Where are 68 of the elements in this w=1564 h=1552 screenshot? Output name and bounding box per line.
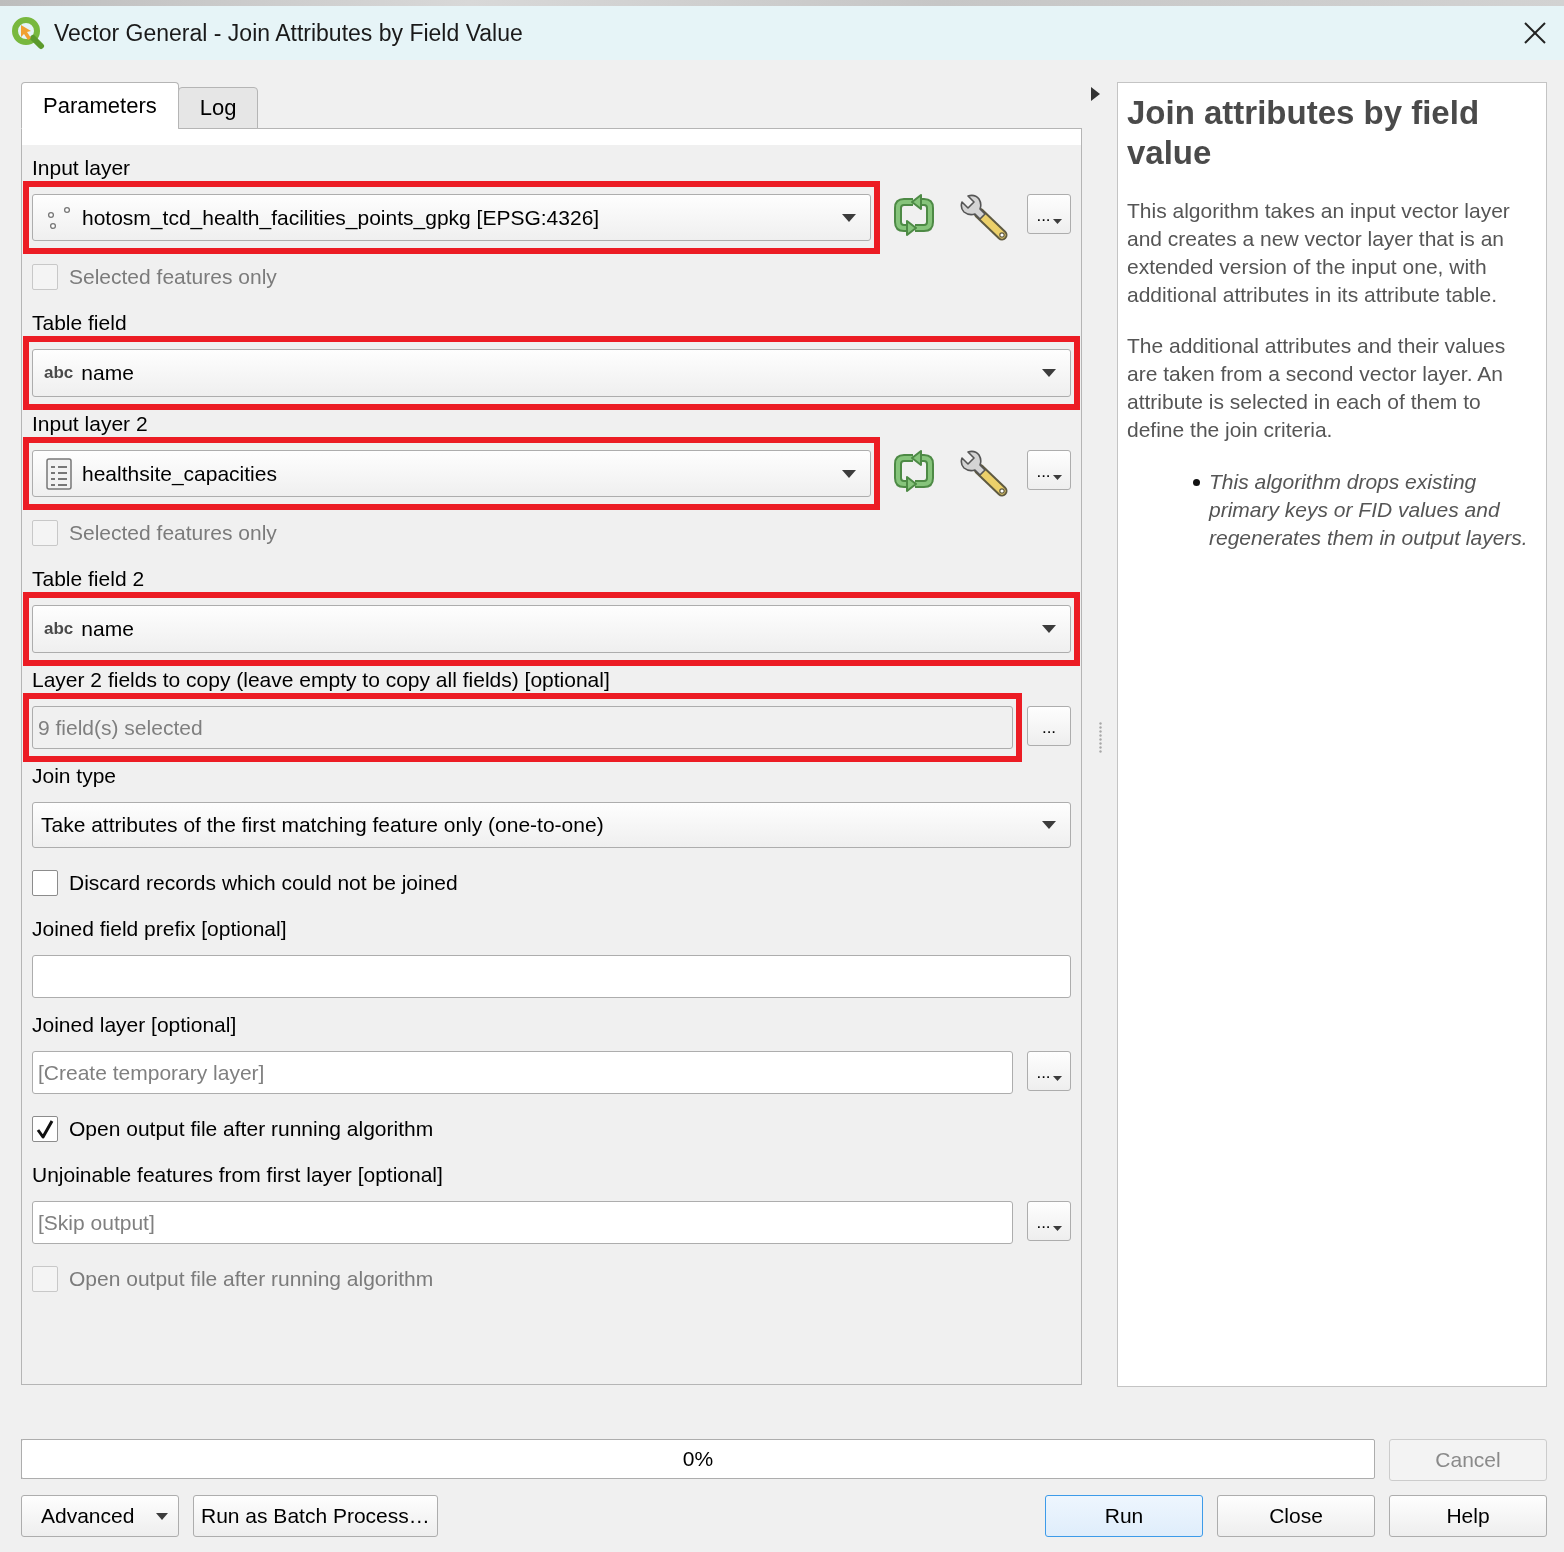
caret-icon — [1042, 625, 1056, 633]
caret-icon — [1052, 219, 1062, 224]
layer-dropdown[interactable]: healthsite_capacities — [32, 450, 871, 497]
join-type-dropdown[interactable]: Take attributes of the first matching feature only (one-to-one) — [32, 802, 1071, 848]
checkbox-label: Open output file after running algorithm — [69, 1117, 434, 1141]
parameter-label: Table field — [32, 311, 128, 335]
parameter-label: Join type — [32, 764, 118, 788]
caret-icon — [842, 469, 856, 478]
progress-text: 0% — [682, 1447, 714, 1471]
splitter-grip-icon[interactable] — [1099, 722, 1102, 753]
parameter-label: Input layer — [32, 156, 132, 180]
browse-button[interactable]: ... — [1027, 194, 1071, 234]
bullet-icon — [1193, 479, 1200, 486]
refresh-icon[interactable] — [891, 194, 937, 236]
checkbox[interactable] — [32, 1116, 58, 1142]
refresh-icon[interactable] — [891, 450, 937, 492]
field-type-label: abc — [44, 619, 74, 639]
caret-icon — [1052, 1076, 1062, 1081]
checkbox-label: Open output file after running algorithm — [69, 1267, 434, 1291]
collapse-arrow-icon[interactable] — [1091, 87, 1100, 101]
parameter-label: Joined layer [optional] — [32, 1013, 238, 1037]
tab[interactable]: Log — [177, 87, 259, 129]
caret-icon — [156, 1512, 168, 1520]
caret-icon — [1042, 821, 1056, 829]
field-dropdown[interactable]: abc name — [32, 349, 1071, 397]
cancel-button: Cancel — [1389, 1439, 1547, 1481]
text-field[interactable] — [32, 955, 1071, 998]
parameter-label: Unjoinable features from first layer [optional] — [32, 1163, 444, 1187]
help-paragraph: The additional attributes and their values are taken from a second vector layer. An attribute is selected in each of them to define the join criteria. — [1127, 333, 1507, 443]
push-button[interactable]: Help — [1389, 1495, 1547, 1537]
menu-button[interactable]: Advanced — [21, 1495, 179, 1537]
table-icon — [46, 457, 72, 490]
browse-button[interactable]: ... — [1027, 1201, 1071, 1241]
help-title: Join attributes by field value — [1127, 93, 1481, 173]
output-path-field[interactable]: [Skip output] — [32, 1201, 1013, 1244]
wrench-icon[interactable] — [959, 194, 1009, 242]
browse-button[interactable]: ... — [1027, 450, 1071, 490]
push-button[interactable]: Run — [1045, 1495, 1203, 1537]
caret-icon — [1042, 369, 1056, 377]
push-button[interactable]: Run as Batch Process… — [193, 1495, 438, 1537]
fields-selection-field[interactable]: 9 field(s) selected — [32, 706, 1013, 749]
browse-button[interactable]: ... — [1027, 1051, 1071, 1091]
checkbox[interactable] — [32, 870, 58, 896]
push-button[interactable]: Close — [1217, 1495, 1375, 1537]
help-note: This algorithm drops existing primary keys or FID values and regenerates them in output layers. — [1209, 469, 1529, 551]
help-paragraph: This algorithm takes an input vector layer and creates a new vector layer that is an extended version of the input one, with additional attributes in its attribute table. — [1127, 198, 1511, 308]
wrench-icon[interactable] — [959, 450, 1009, 498]
parameter-label: Table field 2 — [32, 567, 146, 591]
caret-icon — [1052, 475, 1062, 480]
parameter-label: Layer 2 fields to copy (leave empty to copy all fields) [optional] — [32, 668, 611, 692]
layer-dropdown[interactable]: hotosm_tcd_health_facilities_points_gpkg [EPSG:4326] — [32, 194, 871, 241]
parameter-label: Input layer 2 — [32, 412, 149, 436]
checkbox-label: Selected features only — [69, 521, 277, 545]
checkbox-label: Selected features only — [69, 265, 277, 289]
caret-icon — [1052, 1226, 1062, 1231]
points-icon — [46, 204, 72, 231]
checkbox-label: Discard records which could not be joined — [69, 871, 458, 895]
parameter-label: Joined field prefix [optional] — [32, 917, 288, 941]
field-dropdown[interactable]: abc name — [32, 605, 1071, 653]
close-icon — [1524, 22, 1546, 44]
app-logo-icon — [11, 16, 45, 50]
tab[interactable]: Parameters — [21, 82, 179, 129]
browse-button[interactable]: ... — [1027, 706, 1071, 746]
caret-icon — [842, 213, 856, 222]
window-title: Vector General - Join Attributes by Field Value — [54, 19, 523, 47]
field-type-label: abc — [44, 363, 74, 383]
checkmark-icon — [36, 1119, 54, 1139]
output-path-field[interactable]: [Create temporary layer] — [32, 1051, 1013, 1094]
